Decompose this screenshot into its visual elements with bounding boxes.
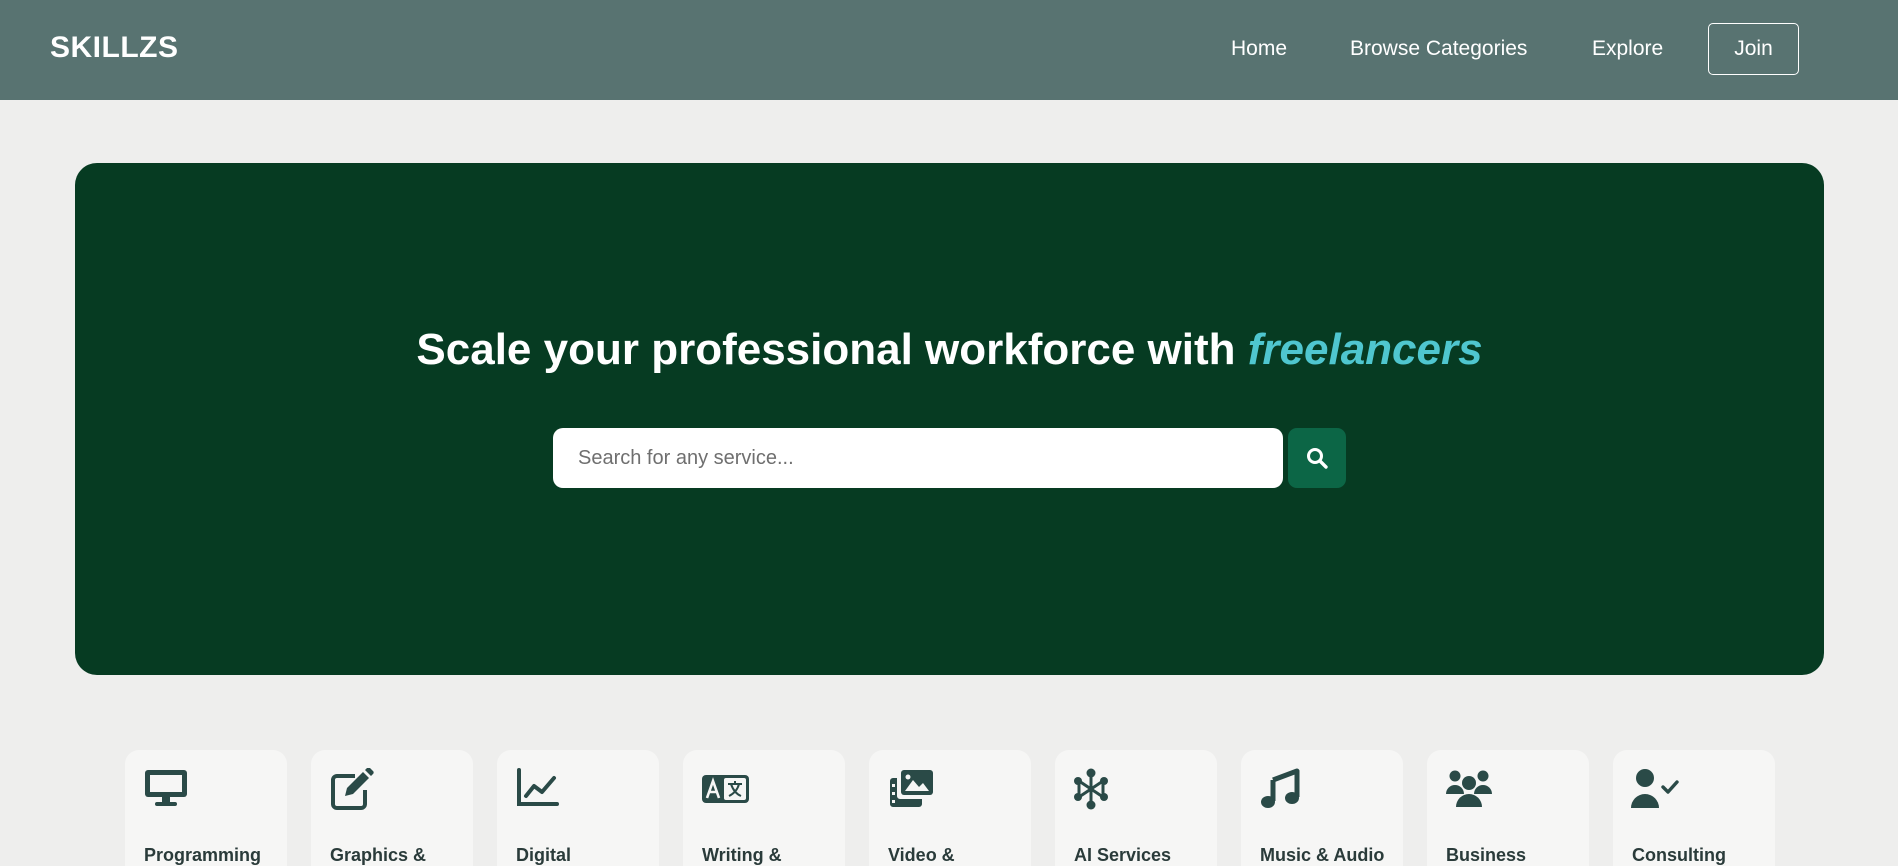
- category-card-video[interactable]: Video &: [869, 750, 1031, 866]
- category-label: Video &: [888, 845, 955, 865]
- line-chart-icon: [517, 768, 559, 806]
- pen-square-icon: [331, 768, 374, 810]
- photo-film-icon: [890, 770, 933, 807]
- nav-link-browse-categories[interactable]: Browse Categories: [1350, 37, 1527, 61]
- hero-title-main: Scale your professional workforce with: [416, 325, 1248, 374]
- category-card-programming[interactable]: Programming: [125, 750, 287, 866]
- nav-link-home[interactable]: Home: [1231, 37, 1287, 61]
- search-button[interactable]: [1288, 428, 1346, 488]
- category-label: Programming: [144, 845, 262, 865]
- search-input[interactable]: [553, 428, 1283, 488]
- category-label: Business: [1446, 845, 1527, 865]
- hero-title-accent: freelancers: [1247, 325, 1483, 374]
- category-card-music-audio[interactable]: Music & Audio: [1241, 750, 1403, 866]
- monitor-icon: [145, 770, 187, 806]
- hero-banner: Scale your professional workforce with f…: [75, 163, 1824, 675]
- category-label: Music & Audio: [1260, 845, 1385, 865]
- category-card-graphics[interactable]: Graphics &: [311, 750, 473, 866]
- navbar: SKILLZS Home Browse Categories Explore J…: [0, 0, 1898, 100]
- brand-logo[interactable]: SKILLZS: [50, 31, 179, 65]
- category-card-writing[interactable]: Writing &: [683, 750, 845, 866]
- category-label: Writing &: [702, 845, 782, 865]
- search-icon: [1307, 448, 1328, 469]
- category-label: Digital: [516, 845, 572, 865]
- category-label: AI Services: [1074, 845, 1172, 865]
- category-label: Graphics &: [330, 845, 427, 865]
- music-icon: [1261, 768, 1300, 808]
- category-card-consulting[interactable]: Consulting: [1613, 750, 1775, 866]
- users-icon: [1446, 770, 1492, 807]
- nav-link-explore[interactable]: Explore: [1592, 37, 1663, 61]
- category-card-ai-services[interactable]: AI Services: [1055, 750, 1217, 866]
- circle-nodes-icon: [1074, 768, 1108, 810]
- user-check-icon: [1631, 769, 1679, 808]
- category-card-business[interactable]: Business: [1427, 750, 1589, 866]
- hero-title: Scale your professional workforce with f…: [75, 325, 1824, 375]
- category-label: Consulting: [1632, 845, 1726, 865]
- join-button[interactable]: Join: [1708, 23, 1799, 75]
- translate-icon: [702, 775, 749, 803]
- category-card-digital[interactable]: Digital: [497, 750, 659, 866]
